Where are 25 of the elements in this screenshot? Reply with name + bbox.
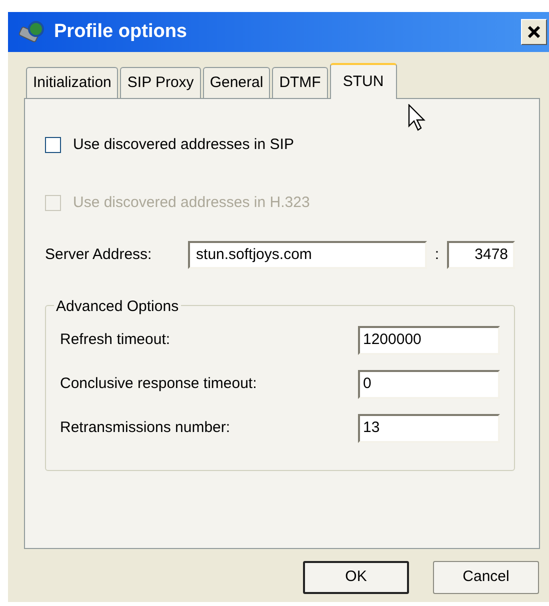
dialog-button[interactable]: OK — [303, 561, 409, 594]
tab[interactable]: SIP Proxy — [120, 67, 201, 98]
network-plug-icon — [18, 20, 46, 44]
dialog-button[interactable]: Cancel — [433, 561, 539, 594]
tab[interactable]: DTMF — [272, 67, 328, 98]
port-field[interactable]: 3478 — [447, 241, 516, 269]
input-field[interactable]: 13 — [358, 414, 500, 443]
checkbox[interactable] — [45, 137, 61, 153]
field-label: Server Address: — [45, 244, 153, 265]
port-separator: : — [434, 244, 440, 265]
close-button[interactable] — [521, 19, 547, 45]
field-label: Refresh timeout: — [60, 330, 170, 350]
field-label: Conclusive response timeout: — [60, 374, 257, 394]
tab[interactable]: General — [202, 67, 270, 98]
tab[interactable]: Initialization — [26, 67, 118, 98]
checkbox-label: Use discovered addresses in SIP — [73, 134, 294, 155]
tab[interactable]: STUN — [330, 63, 397, 99]
input-field[interactable]: 1200000 — [358, 326, 500, 355]
input-field[interactable]: 0 — [358, 370, 500, 399]
mouse-cursor-icon — [408, 104, 426, 132]
field-label: Retransmissions number: — [60, 418, 230, 438]
checkbox-label: Use discovered addresses in H.323 — [73, 192, 310, 213]
window-title: Profile options — [54, 20, 188, 44]
server-address-field[interactable]: stun.softjoys.com — [188, 241, 427, 269]
close-icon — [527, 25, 541, 39]
